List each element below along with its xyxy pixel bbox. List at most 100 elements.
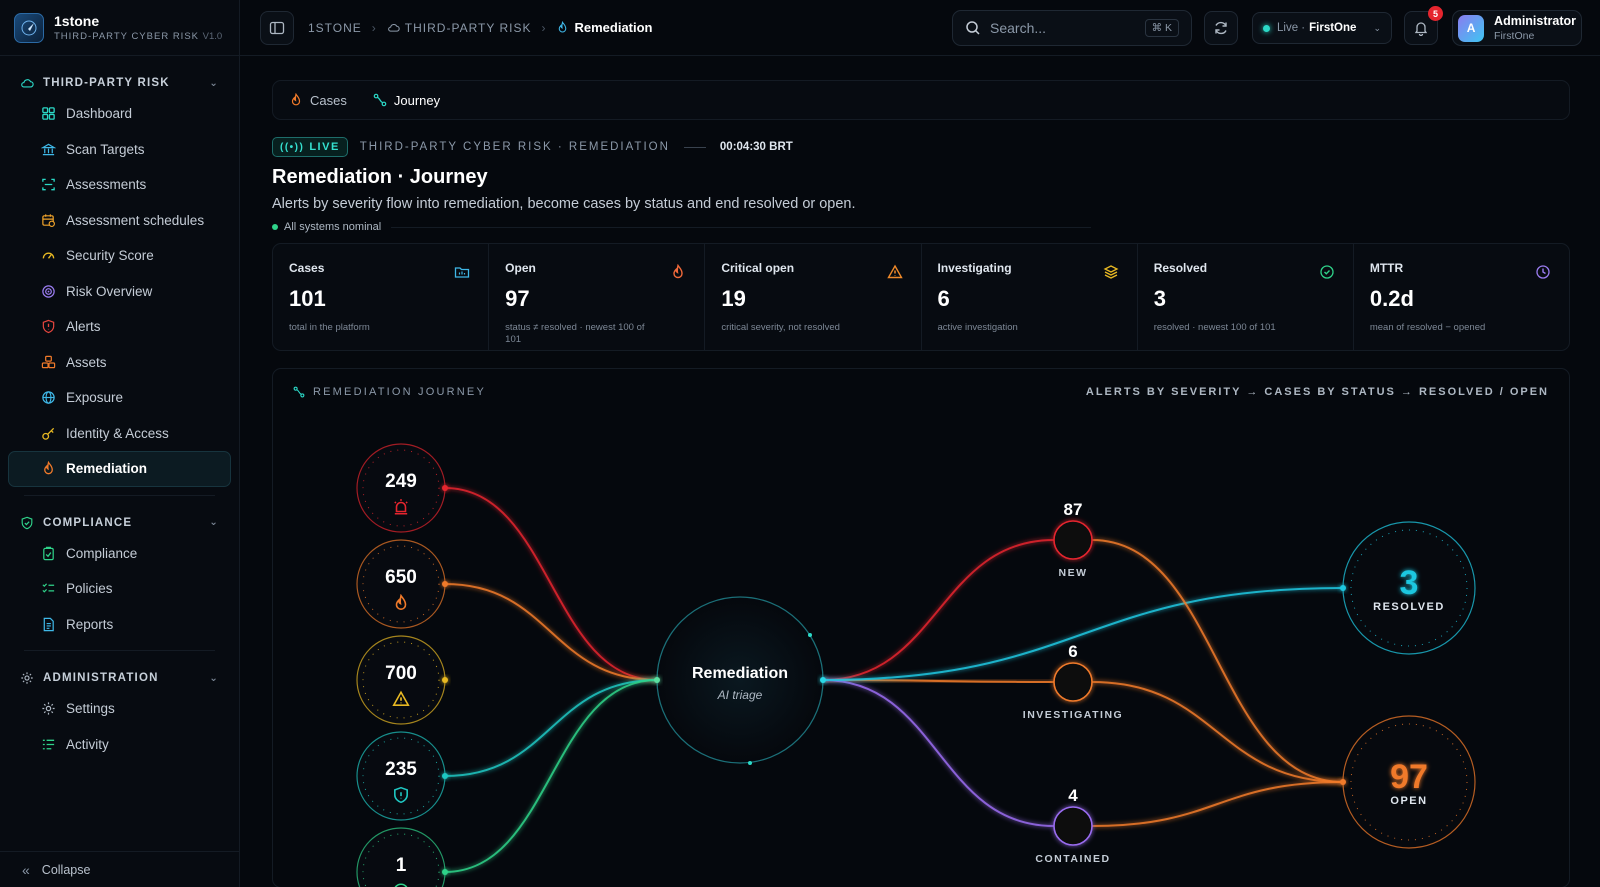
stat-value: 19: [721, 286, 746, 311]
sidebar-item-scan-targets[interactable]: Scan Targets: [0, 132, 239, 168]
notifications-button[interactable]: 5: [1404, 6, 1443, 45]
severity-node[interactable]: 249: [356, 443, 448, 533]
live-badge: ((•)) LIVE: [272, 137, 348, 157]
stat-card-open[interactable]: Open 97 status ≠ resolved · newest 100 o…: [489, 244, 706, 350]
brand-logo[interactable]: [14, 12, 44, 43]
sidebar-item-identity-and-access[interactable]: Identity & Access: [0, 416, 239, 452]
stat-card-resolved[interactable]: Resolved 3 resolved · newest 100 of 101: [1138, 244, 1354, 350]
folder-icon: [455, 267, 470, 278]
avatar: A: [1458, 14, 1485, 42]
status-count: 87: [1064, 500, 1083, 519]
nav-section-compliance: COMPLIANCE ⌄ Compliance Policies Reports: [0, 510, 239, 643]
breadcrumb-current: Remediation: [574, 20, 653, 35]
journey-diagram: 249 650 700 235 1 Remediation AI triage …: [356, 443, 1476, 887]
sidebar-nav: THIRD-PARTY RISK ⌄ Dashboard Scan Targets As…: [0, 70, 239, 762]
sidebar-item-assessment-schedules[interactable]: Assessment schedules: [0, 203, 239, 239]
radar-icon: [41, 285, 55, 298]
notification-count-badge: 5: [1428, 6, 1443, 21]
breadcrumb-section[interactable]: THIRD-PARTY RISK: [405, 21, 532, 35]
warning-icon: [886, 264, 903, 279]
live-context-row: ((•)) LIVE THIRD-PARTY CYBER RISK · REME…: [272, 137, 1570, 157]
tenant-name: FirstOne: [1309, 22, 1357, 34]
stat-label: MTTR: [1369, 261, 1404, 275]
search-input[interactable]: Search... ⌘ K: [952, 10, 1192, 46]
sidebar-item-reports[interactable]: Reports: [0, 607, 239, 643]
section-title: ADMINISTRATION: [43, 672, 159, 684]
sidebar-item-assets[interactable]: Assets: [0, 345, 239, 381]
tab-journey[interactable]: Journey: [373, 93, 440, 108]
stat-card-critical-open[interactable]: Critical open 19 critical severity, not …: [705, 244, 922, 350]
stat-value: 0.2d: [1369, 286, 1414, 311]
user-menu[interactable]: A Administrator FirstOne: [1452, 10, 1582, 46]
stat-card-investigating[interactable]: Investigating 6 active investigation: [922, 244, 1138, 350]
page-title: Remediation · Journey: [272, 166, 488, 188]
sidebar-item-settings[interactable]: Settings: [0, 691, 239, 727]
stat-note: resolved · newest 100 of 101: [1153, 322, 1276, 333]
status-label: CONTAINED: [1035, 853, 1110, 865]
clipboard-check-icon: [42, 546, 54, 560]
flame-icon: [43, 461, 53, 475]
stat-note: status ≠ resolved · newest 100 of 101: [505, 322, 645, 345]
breadcrumb-root[interactable]: 1STONE: [308, 21, 362, 35]
user-name: Administrator: [1494, 14, 1576, 28]
chevron-down-icon: ⌄: [209, 77, 219, 89]
sidebar-item-policies[interactable]: Policies: [0, 571, 239, 607]
severity-node[interactable]: 700: [356, 635, 448, 725]
outcome-label: RESOLVED: [1373, 601, 1445, 613]
brand-version: V1.0: [202, 31, 223, 42]
user-org: FirstOne: [1494, 30, 1535, 42]
nav-section-third-party-risk: THIRD-PARTY RISK ⌄ Dashboard Scan Targets As…: [0, 70, 239, 487]
sidebar-item-exposure[interactable]: Exposure: [0, 380, 239, 416]
chevrons-left-icon: «: [22, 861, 30, 878]
sidebar-item-remediation[interactable]: Remediation: [8, 451, 231, 487]
file-text-icon: [43, 617, 54, 631]
outcome-node-resolved[interactable]: 3 RESOLVED: [1340, 521, 1476, 655]
main-content: Cases Journey ((•)) LIVE THIRD-PARTY CYB…: [272, 80, 1570, 887]
severity-node[interactable]: 235: [356, 731, 448, 821]
status-count: 4: [1068, 786, 1078, 805]
sidebar-item-label: Compliance: [66, 545, 138, 561]
brand: 1stone THIRD-PARTY CYBER RISK V1.0: [0, 0, 239, 56]
sidebar-item-alerts[interactable]: Alerts: [0, 309, 239, 345]
sidebar-item-security-score[interactable]: Security Score: [0, 238, 239, 274]
outcome-node-open[interactable]: 97 OPEN: [1340, 715, 1476, 849]
tab-journey-label: Journey: [393, 92, 441, 108]
sidebar-item-activity[interactable]: Activity: [0, 727, 239, 763]
severity-node[interactable]: 650: [356, 539, 448, 629]
sidebar-item-label: Policies: [66, 581, 113, 597]
sidebar-item-label: Alerts: [66, 319, 101, 335]
collapse-button[interactable]: « Collapse: [0, 851, 240, 887]
flow-status-2: [822, 679, 1055, 827]
flame-icon: [673, 263, 684, 279]
remediation-hub[interactable]: Remediation AI triage: [654, 596, 826, 765]
sidebar-item-label: Settings: [66, 701, 115, 717]
flow-severity-3: [444, 679, 658, 777]
cloud-icon: [387, 23, 400, 32]
status-label: NEW: [1059, 567, 1088, 579]
calendar-clock-icon: [41, 214, 55, 227]
section-header-compliance[interactable]: COMPLIANCE ⌄: [0, 510, 239, 536]
severity-node[interactable]: 1: [356, 827, 448, 887]
tenant-selector[interactable]: Live · FirstOne ⌄: [1252, 12, 1392, 44]
refresh-button[interactable]: [1204, 11, 1238, 45]
stat-card-cases[interactable]: Cases 101 total in the platform: [273, 244, 490, 350]
sidebar-item-compliance[interactable]: Compliance: [0, 536, 239, 572]
live-dot: [1263, 24, 1270, 32]
boxes-icon: [41, 355, 55, 369]
section-header-administration[interactable]: ADMINISTRATION ⌄: [0, 665, 239, 691]
sidebar-item-assessments[interactable]: Assessments: [0, 167, 239, 203]
flame-icon: [291, 93, 301, 106]
tab-cases[interactable]: Cases: [289, 93, 347, 108]
check-circle-icon: [1320, 265, 1334, 279]
sidebar-item-dashboard[interactable]: Dashboard: [0, 96, 239, 132]
stat-label: Investigating: [937, 261, 1012, 275]
stat-card-mttr[interactable]: MTTR 0.2d mean of resolved − opened: [1354, 244, 1569, 350]
toggle-sidebar-button[interactable]: [260, 10, 294, 45]
status-dot: [272, 224, 278, 230]
nav-section-administration: ADMINISTRATION ⌄ Settings Activity: [0, 665, 239, 762]
section-header-third-party-risk[interactable]: THIRD-PARTY RISK ⌄: [0, 70, 239, 96]
sidebar-item-risk-overview[interactable]: Risk Overview: [0, 274, 239, 310]
status-node-new[interactable]: 87 NEW: [1053, 500, 1093, 579]
live-label: Live ·: [1277, 22, 1306, 34]
stat-value: 101: [289, 286, 326, 311]
